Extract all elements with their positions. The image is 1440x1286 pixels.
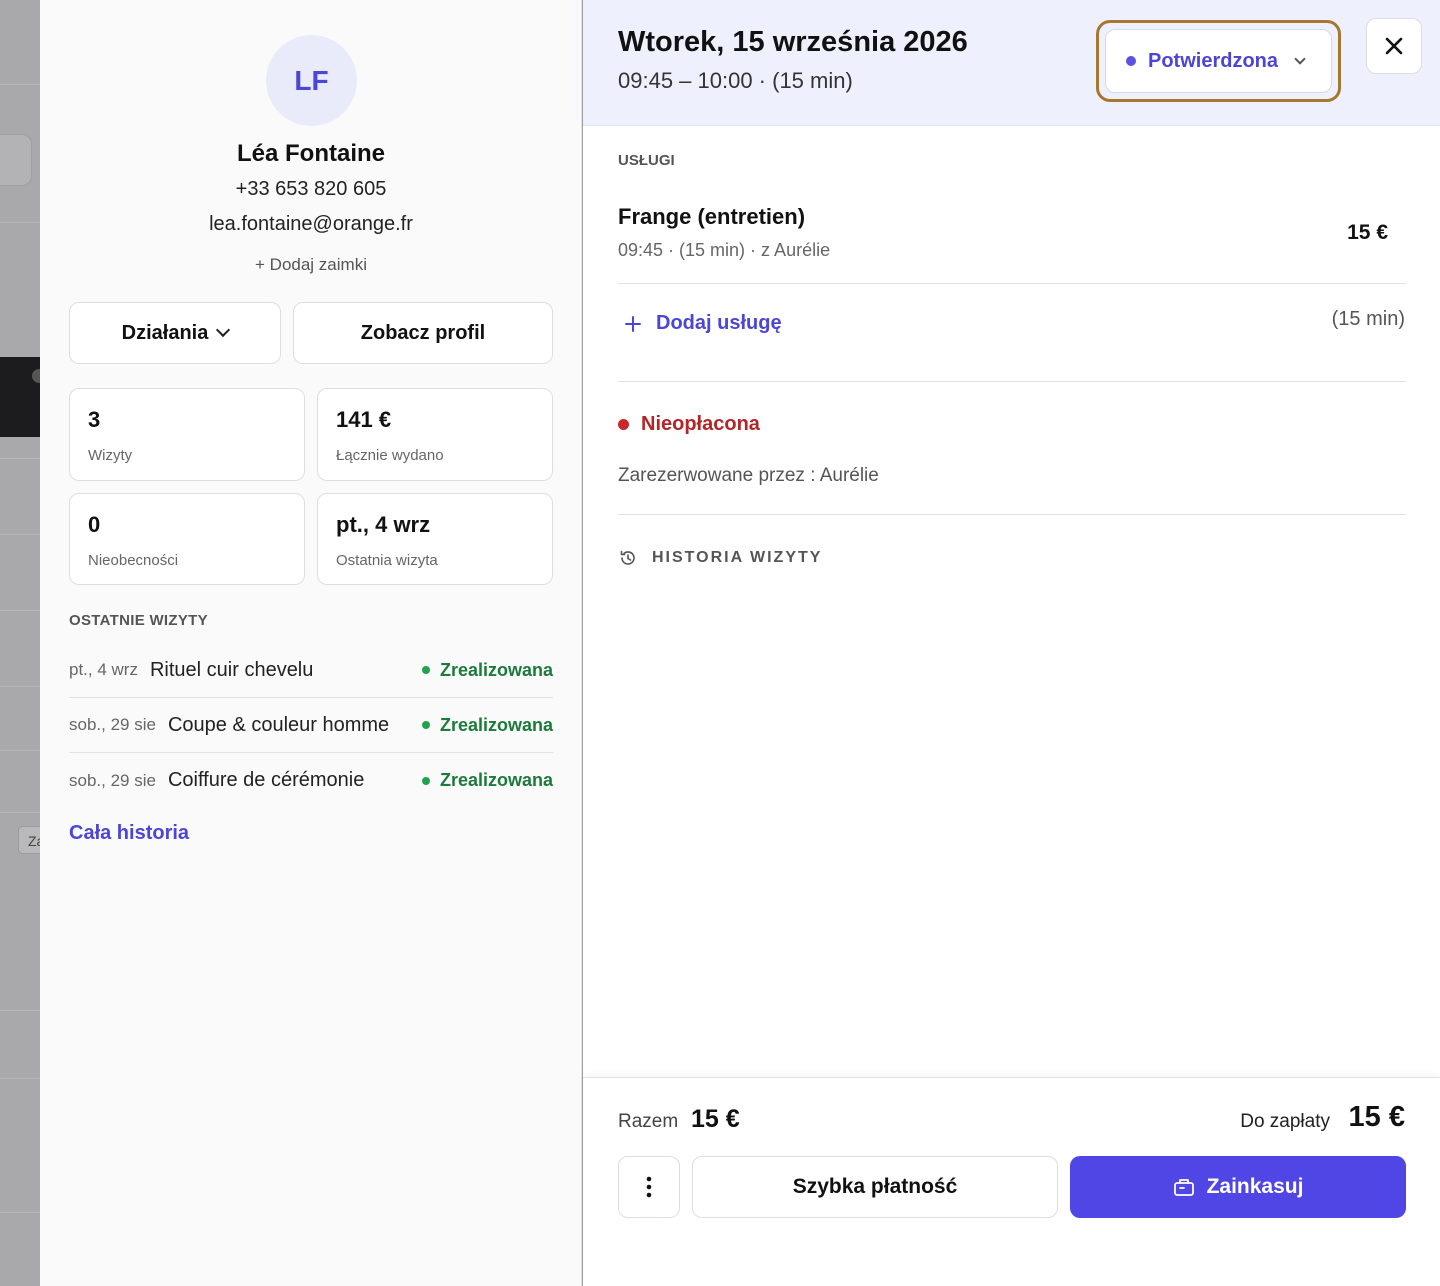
- visit-date: sob., 29 sie: [69, 715, 156, 734]
- list-item[interactable]: pt., 4 wrz Rituel cuir chevelu Zrealizow…: [69, 643, 553, 698]
- backdrop: Za: [0, 0, 40, 1286]
- more-vertical-icon: [646, 1176, 652, 1198]
- plus-icon: [625, 315, 641, 332]
- history-icon: [620, 550, 635, 565]
- add-pronouns-link[interactable]: + Dodaj zaimki: [40, 255, 582, 275]
- full-history-link[interactable]: Cała historia: [69, 822, 189, 845]
- unpaid-dot-icon: [618, 419, 629, 430]
- list-item[interactable]: sob., 29 sie Coupe & couleur homme Zreal…: [69, 698, 553, 753]
- services-section-title: USŁUGI: [618, 152, 675, 169]
- stat-value: 0: [88, 512, 101, 537]
- appointment-header: Wtorek, 15 września 2026 09:45 – 10:00 ·…: [583, 0, 1440, 126]
- status-text: Zrealizowana: [439, 714, 553, 735]
- backdrop-divider: [0, 812, 40, 813]
- payment-status-text: Nieopłacona: [641, 413, 760, 435]
- quick-payment-button[interactable]: Szybka płatność: [692, 1156, 1058, 1218]
- stat-card-total-spent: 141 € Łącznie wydano: [317, 388, 553, 481]
- stat-label: Nieobecności: [88, 552, 179, 569]
- add-service-button[interactable]: Dodaj usługę: [624, 312, 782, 335]
- add-service-label: Dodaj usługę: [656, 312, 782, 334]
- checkout-footer: Razem 15 € Do zapłaty 15 € Szybka płatno…: [583, 1077, 1440, 1286]
- stat-label: Ostatnia wizyta: [336, 552, 438, 569]
- appointment-time: 09:45 – 10:00 · (15 min): [618, 68, 853, 93]
- stat-card-visits: 3 Wizyty: [69, 388, 305, 481]
- appointment-panel: Wtorek, 15 września 2026 09:45 – 10:00 ·…: [583, 0, 1440, 1286]
- stat-value: 141 €: [336, 407, 392, 432]
- visit-date: pt., 4 wrz: [69, 660, 138, 679]
- backdrop-divider: [0, 1078, 40, 1079]
- backdrop-divider: [0, 222, 40, 223]
- stat-value: 3: [88, 407, 101, 432]
- stat-label: Łącznie wydano: [336, 447, 444, 464]
- backdrop-tag: Za: [18, 826, 40, 854]
- status-text: Zrealizowana: [439, 770, 553, 790]
- actions-label: Działania: [121, 321, 209, 344]
- payment-status: Nieopłacona: [618, 413, 760, 436]
- client-phone: +33 653 820 605: [235, 178, 387, 200]
- backdrop-event: [0, 357, 40, 437]
- client-email: lea.fontaine@orange.fr: [209, 213, 413, 235]
- visit-service: Coupe & couleur homme: [167, 713, 390, 736]
- total-label: Razem: [618, 1111, 679, 1132]
- client-name: Léa Fontaine: [236, 140, 386, 167]
- service-meta: 09:45 · (15 min) · z Aurélie: [618, 240, 831, 260]
- divider: [618, 514, 1406, 515]
- backdrop-divider: [0, 610, 40, 611]
- recent-visits-title: OSTATNIE WIZYTY: [69, 612, 208, 629]
- avatar: LF: [266, 35, 357, 126]
- backdrop-divider: [0, 750, 40, 751]
- list-item[interactable]: sob., 29 sie Coiffure de cérémonie Zreal…: [69, 753, 553, 808]
- backdrop-card: [0, 134, 32, 186]
- actions-dropdown-button[interactable]: Działania: [69, 302, 281, 364]
- appointment-history-toggle[interactable]: HISTORIA WIZYTY: [618, 548, 822, 568]
- status-dot-icon: [421, 666, 430, 674]
- backdrop-divider: [0, 458, 40, 459]
- total-duration: (15 min): [1331, 308, 1405, 330]
- divider: [618, 283, 1406, 284]
- status-dot-icon: [421, 776, 430, 785]
- stat-card-last-visit: pt., 4 wrz Ostatnia wizyta: [317, 493, 553, 585]
- chevron-down-icon: [1294, 53, 1306, 65]
- status-dot-icon: [421, 721, 430, 729]
- status-text: Zrealizowana: [439, 659, 553, 680]
- status-highlight: Potwierdzona: [1096, 20, 1341, 102]
- stat-label: Wizyty: [88, 447, 133, 464]
- amount-due-label: Do zapłaty: [1240, 1111, 1330, 1132]
- checkout-label: Zainkasuj: [1206, 1175, 1304, 1198]
- total-value: 15 €: [691, 1105, 740, 1133]
- status-dot-icon: [1126, 56, 1136, 66]
- visit-service: Rituel cuir chevelu: [149, 658, 314, 681]
- status-dropdown[interactable]: Potwierdzona: [1105, 29, 1332, 93]
- service-name[interactable]: Frange (entretien): [618, 204, 805, 230]
- checkout-button[interactable]: Zainkasuj: [1070, 1156, 1406, 1218]
- stat-value: pt., 4 wrz: [336, 512, 431, 537]
- status-badge: Zrealizowana: [421, 770, 553, 791]
- history-label: HISTORIA WIZYTY: [652, 549, 823, 566]
- backdrop-divider: [0, 1212, 40, 1213]
- service-price: 15 €: [1347, 221, 1388, 244]
- backdrop-divider: [0, 534, 40, 535]
- booked-by: Zarezerwowane przez : Aurélie: [618, 465, 879, 486]
- divider: [618, 381, 1406, 382]
- stat-card-no-shows: 0 Nieobecności: [69, 493, 305, 585]
- backdrop-divider: [0, 84, 40, 85]
- close-button[interactable]: [1366, 18, 1422, 74]
- visit-service: Coiffure de cérémonie: [167, 769, 365, 791]
- more-options-button[interactable]: [618, 1156, 680, 1218]
- amount-due-value: 15 €: [1348, 1101, 1405, 1133]
- visit-date: sob., 29 sie: [69, 770, 156, 790]
- view-profile-button[interactable]: Zobacz profil: [293, 302, 553, 364]
- chevron-down-icon: [216, 322, 231, 338]
- status-badge: Zrealizowana: [421, 659, 553, 681]
- appointment-date: Wtorek, 15 września 2026: [618, 26, 968, 58]
- register-icon: [1173, 1179, 1194, 1196]
- client-panel: LF Léa Fontaine +33 653 820 605 lea.font…: [40, 0, 582, 1286]
- status-value: Potwierdzona: [1148, 49, 1279, 72]
- close-icon: [1385, 37, 1403, 55]
- backdrop-divider: [0, 686, 40, 687]
- backdrop-divider: [0, 1010, 40, 1011]
- status-badge: Zrealizowana: [421, 714, 553, 736]
